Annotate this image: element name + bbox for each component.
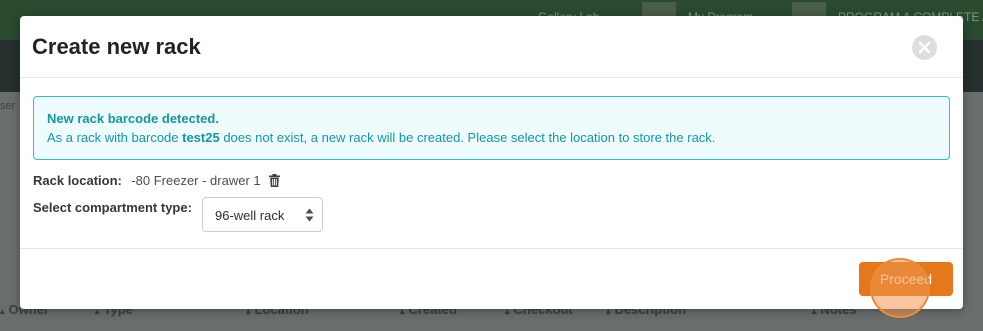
alert-barcode: test25 [182,130,220,145]
compartment-type-value: 96-well rack [215,208,285,223]
compartment-type-select[interactable]: 96-well rack [202,197,323,232]
background-side-tab: ser [0,100,16,112]
modal-title: Create new rack [32,34,201,59]
close-icon [918,41,931,54]
alert-title: New rack barcode detected. [47,111,219,126]
select-arrows-icon [305,208,314,222]
modal-header: Create new rack [20,16,963,78]
rack-location-label: Rack location: [33,173,122,188]
trash-icon[interactable] [269,174,281,192]
modal-divider [20,248,963,249]
alert-message-end: does not exist, a new rack will be creat… [219,130,716,145]
info-alert: New rack barcode detected. As a rack wit… [33,96,950,160]
close-button[interactable] [912,35,937,60]
rack-location-value: -80 Freezer - drawer 1 [131,173,261,188]
create-rack-modal: Create new rack New rack barcode detecte… [20,16,963,318]
alert-message-start: As a rack with barcode [47,130,183,145]
compartment-type-label: Select compartment type: [33,200,192,215]
alert-message: As a rack with barcode test25 does not e… [47,130,715,145]
rack-location-row: Rack location: -80 Freezer - drawer 1 [33,172,281,188]
proceed-button[interactable]: Proceed [859,262,953,296]
